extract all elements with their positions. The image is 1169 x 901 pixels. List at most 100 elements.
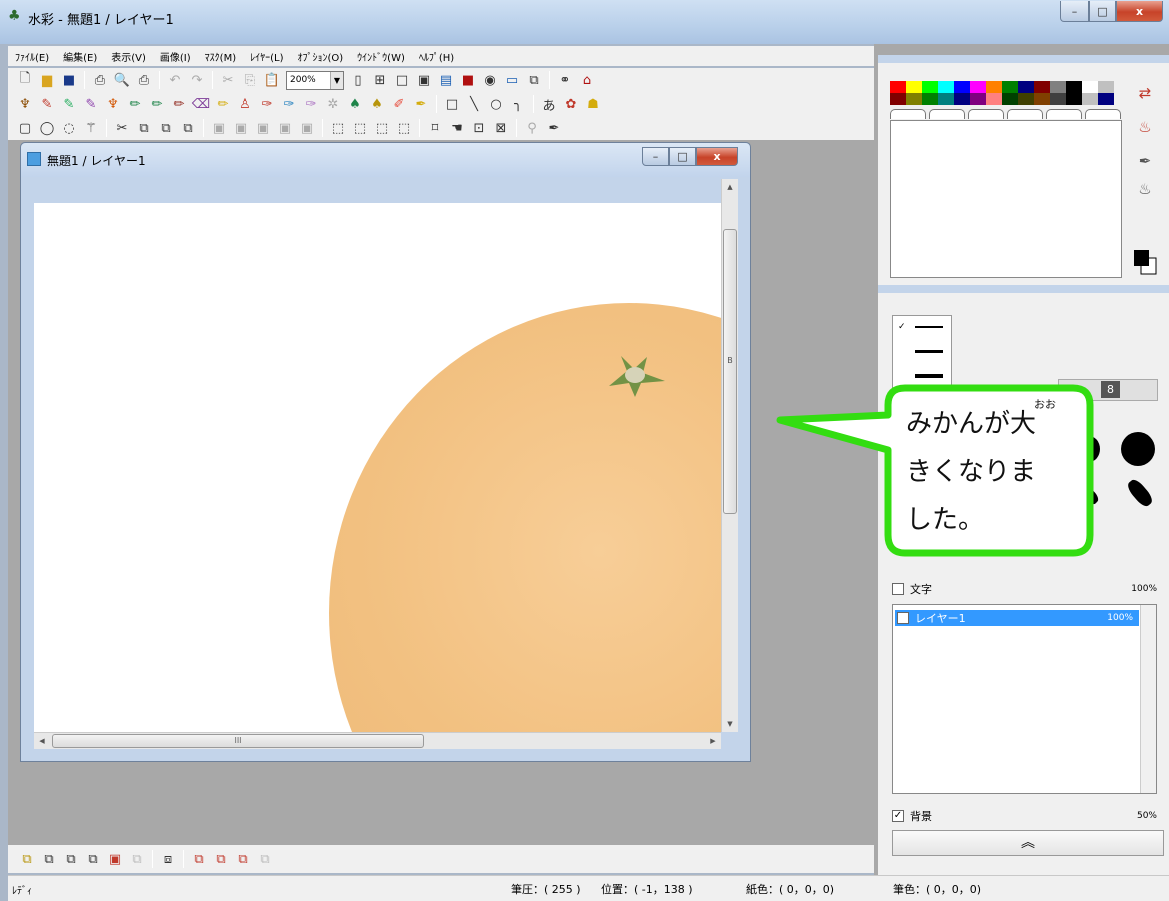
- maximize-button[interactable]: □: [1089, 1, 1116, 22]
- scroll-down-icon[interactable]: ▼: [722, 716, 738, 732]
- vertical-scroll-thumb[interactable]: [723, 229, 737, 514]
- palette-dropper-button[interactable]: ✒: [1133, 149, 1157, 173]
- doc-close-button[interactable]: x: [696, 147, 738, 166]
- color-swatch[interactable]: [890, 93, 906, 105]
- document-title-bar[interactable]: 無題1 / レイヤー1 – □ x: [21, 143, 750, 177]
- layer-list-scrollbar[interactable]: [1140, 605, 1156, 793]
- redo-button[interactable]: ↷: [186, 70, 208, 90]
- gradient-tool[interactable]: ✐: [388, 94, 410, 114]
- color-swatch[interactable]: [922, 93, 938, 105]
- menu-image[interactable]: 画像(I): [153, 49, 198, 64]
- color-slot[interactable]: [890, 109, 926, 119]
- copy-selection-button[interactable]: ⧉: [133, 118, 155, 138]
- palette-bucket-button[interactable]: ♨: [1133, 115, 1157, 139]
- color-swatch[interactable]: [954, 81, 970, 93]
- brush-shape-grid[interactable]: [1073, 428, 1163, 528]
- transform-button-1[interactable]: ⬚: [327, 118, 349, 138]
- line-tool[interactable]: ╲: [463, 94, 485, 114]
- canvas-size-button[interactable]: ▯: [347, 70, 369, 90]
- new-layer-button[interactable]: ⧉: [16, 849, 38, 869]
- select-rect-button[interactable]: ▢: [14, 118, 36, 138]
- open-file-button[interactable]: ▆: [36, 70, 58, 90]
- menu-window[interactable]: ｳｲﾝﾄﾞｳ(W): [350, 49, 412, 64]
- layer-props-button[interactable]: ⧈: [157, 849, 179, 869]
- mask-button-3[interactable]: ▣: [252, 118, 274, 138]
- color-swatch[interactable]: [906, 81, 922, 93]
- book-button[interactable]: ■: [457, 70, 479, 90]
- layer-action-2[interactable]: ⧉: [210, 849, 232, 869]
- color-swatch[interactable]: [938, 81, 954, 93]
- color-swatch[interactable]: [1082, 93, 1098, 105]
- print-preview-button[interactable]: 🔍: [111, 70, 133, 90]
- zoom-button[interactable]: ⚲: [521, 118, 543, 138]
- brush-tool-10[interactable]: ✑: [256, 94, 278, 114]
- brush-shape-round[interactable]: [1078, 436, 1100, 462]
- minimize-button[interactable]: –: [1060, 1, 1089, 22]
- print-button[interactable]: ⎙: [89, 70, 111, 90]
- color-slot[interactable]: [929, 109, 965, 119]
- layer-row-selected[interactable]: ✓ レイヤー1 100%: [895, 610, 1139, 626]
- layer-action-4[interactable]: ⧉: [254, 849, 276, 869]
- color-swatch[interactable]: [970, 93, 986, 105]
- curve-tool[interactable]: ╮: [507, 94, 529, 114]
- brush-tool-11[interactable]: ✑: [278, 94, 300, 114]
- layer-action-3[interactable]: ⧉: [232, 849, 254, 869]
- scroll-right-icon[interactable]: ▶: [705, 733, 721, 749]
- color-swatch[interactable]: [1082, 81, 1098, 93]
- fill-tool-2[interactable]: ♠: [366, 94, 388, 114]
- brush-width-list[interactable]: ✓: [892, 315, 952, 390]
- color-swatch[interactable]: [1034, 93, 1050, 105]
- menu-option[interactable]: ｵﾌﾟｼｮﾝ(O): [290, 49, 350, 64]
- circle-tool[interactable]: ○: [485, 94, 507, 114]
- zoom-select[interactable]: 200% ▼: [286, 70, 344, 90]
- palette-clear-button[interactable]: ♨: [1133, 177, 1157, 201]
- transform-button-3[interactable]: ⬚: [371, 118, 393, 138]
- expand-panel-button[interactable]: ︽: [892, 830, 1164, 856]
- color-palette[interactable]: [890, 81, 1114, 105]
- copy-layer-button[interactable]: ⧉: [38, 849, 60, 869]
- close-button[interactable]: x: [1116, 1, 1163, 22]
- merge-layer-button[interactable]: ⧉: [60, 849, 82, 869]
- actual-size-button[interactable]: ⊠: [490, 118, 512, 138]
- color-swatch[interactable]: [938, 93, 954, 105]
- color-swatch[interactable]: [1050, 93, 1066, 105]
- color-swatch[interactable]: [906, 93, 922, 105]
- layer-disabled-button[interactable]: ⧉: [126, 849, 148, 869]
- mask-button-1[interactable]: ▣: [208, 118, 230, 138]
- layer-color-button[interactable]: ▣: [104, 849, 126, 869]
- color-swatch[interactable]: [986, 93, 1002, 105]
- mask-button-4[interactable]: ▣: [274, 118, 296, 138]
- transform-button-4[interactable]: ⬚: [393, 118, 415, 138]
- color-swatch[interactable]: [1066, 81, 1082, 93]
- color-swatch[interactable]: [1002, 81, 1018, 93]
- scroll-left-icon[interactable]: ◀: [34, 733, 50, 749]
- vertical-scrollbar[interactable]: ▲ B ▼: [721, 179, 738, 732]
- horizontal-scrollbar[interactable]: ◀ III ▶: [34, 732, 721, 749]
- brush-shape-large-round[interactable]: [1121, 432, 1155, 466]
- brush-width-thick[interactable]: [915, 374, 943, 378]
- color-swatch[interactable]: [1098, 81, 1114, 93]
- cut-button[interactable]: ✂: [217, 70, 239, 90]
- grid-button[interactable]: ⊞: [369, 70, 391, 90]
- cut-selection-button[interactable]: ✂: [111, 118, 133, 138]
- brush-tool-12[interactable]: ✑: [300, 94, 322, 114]
- paste-new-button[interactable]: ⧉: [177, 118, 199, 138]
- doc-maximize-button[interactable]: □: [669, 147, 696, 166]
- transform-button-2[interactable]: ⬚: [349, 118, 371, 138]
- color-swatch[interactable]: [890, 81, 906, 93]
- layer-row-background[interactable]: ✓ 背景 50%: [892, 807, 1157, 825]
- brush-tool-8[interactable]: ✏: [168, 94, 190, 114]
- select-lasso-button[interactable]: ◌: [58, 118, 80, 138]
- text-tool[interactable]: あ: [538, 94, 560, 114]
- brush-tool-1[interactable]: ♆: [14, 94, 36, 114]
- menu-layer[interactable]: ﾚｲﾔｰ(L): [243, 49, 290, 64]
- frame-view-button[interactable]: ⌑: [424, 118, 446, 138]
- paint-tool[interactable]: ☗: [582, 94, 604, 114]
- menu-edit[interactable]: 編集(E): [56, 49, 104, 64]
- search-button[interactable]: ⚭: [554, 70, 576, 90]
- hand-tool-button[interactable]: ☚: [446, 118, 468, 138]
- stamp-tool[interactable]: ✿: [560, 94, 582, 114]
- brush-tool-6[interactable]: ✏: [124, 94, 146, 114]
- fit-view-button[interactable]: ⊡: [468, 118, 490, 138]
- layer-row[interactable]: 文字 100%: [892, 580, 1157, 598]
